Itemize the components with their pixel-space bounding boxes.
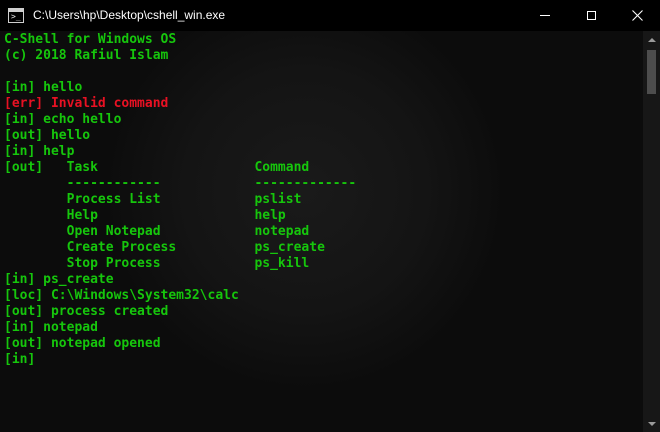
console-line: [out] Task Command <box>4 160 310 175</box>
console-line: Create Process ps_create <box>4 240 325 255</box>
console-line: Help help <box>4 208 286 223</box>
close-button[interactable] <box>614 0 660 31</box>
console-lines: C-Shell for Windows OS (c) 2018 Rafiul Is… <box>4 32 356 368</box>
console-window: >_ C:\Users\hp\Desktop\cshell_win.exe C-… <box>0 0 660 432</box>
console-line: C-Shell for Windows OS <box>4 32 177 47</box>
scroll-down-button[interactable] <box>643 415 660 432</box>
console-output-area[interactable]: C-Shell for Windows OS (c) 2018 Rafiul Is… <box>0 31 643 432</box>
scroll-up-button[interactable] <box>643 31 660 48</box>
console-line: Stop Process ps_kill <box>4 256 310 271</box>
console-line: [in] ps_create <box>4 272 114 287</box>
window-title: C:\Users\hp\Desktop\cshell_win.exe <box>33 8 226 22</box>
scroll-thumb[interactable] <box>647 50 656 94</box>
title-bar[interactable]: >_ C:\Users\hp\Desktop\cshell_win.exe <box>0 0 660 31</box>
console-line: [out] hello <box>4 128 91 143</box>
console-line: [out] notepad opened <box>4 336 161 351</box>
console-line: Open Notepad notepad <box>4 224 310 239</box>
arrow-up-icon <box>647 37 656 42</box>
arrow-down-icon <box>647 421 656 426</box>
prompt-glyph-icon: >_ <box>11 12 21 21</box>
maximize-icon <box>586 11 596 20</box>
console-line: Process List pslist <box>4 192 302 207</box>
maximize-button[interactable] <box>568 0 614 31</box>
console-line: ------------ ------------- <box>4 176 357 191</box>
console-line: [in] notepad <box>4 320 98 335</box>
console-line: [loc] C:\Windows\System32\calc <box>4 288 239 303</box>
console-error-line: [err] Invalid command <box>4 96 169 111</box>
console-line: [in] hello <box>4 80 83 95</box>
minimize-icon <box>540 15 550 16</box>
console-app-icon: >_ <box>8 8 24 23</box>
console-line: [in] <box>4 352 36 367</box>
console-line: [in] help <box>4 144 75 159</box>
console-line: [out] process created <box>4 304 169 319</box>
close-icon <box>631 10 643 21</box>
console-line: [in] echo hello <box>4 112 122 127</box>
vertical-scrollbar[interactable] <box>643 31 660 432</box>
console-line: (c) 2018 Rafiul Islam <box>4 48 169 63</box>
minimize-button[interactable] <box>522 0 568 31</box>
